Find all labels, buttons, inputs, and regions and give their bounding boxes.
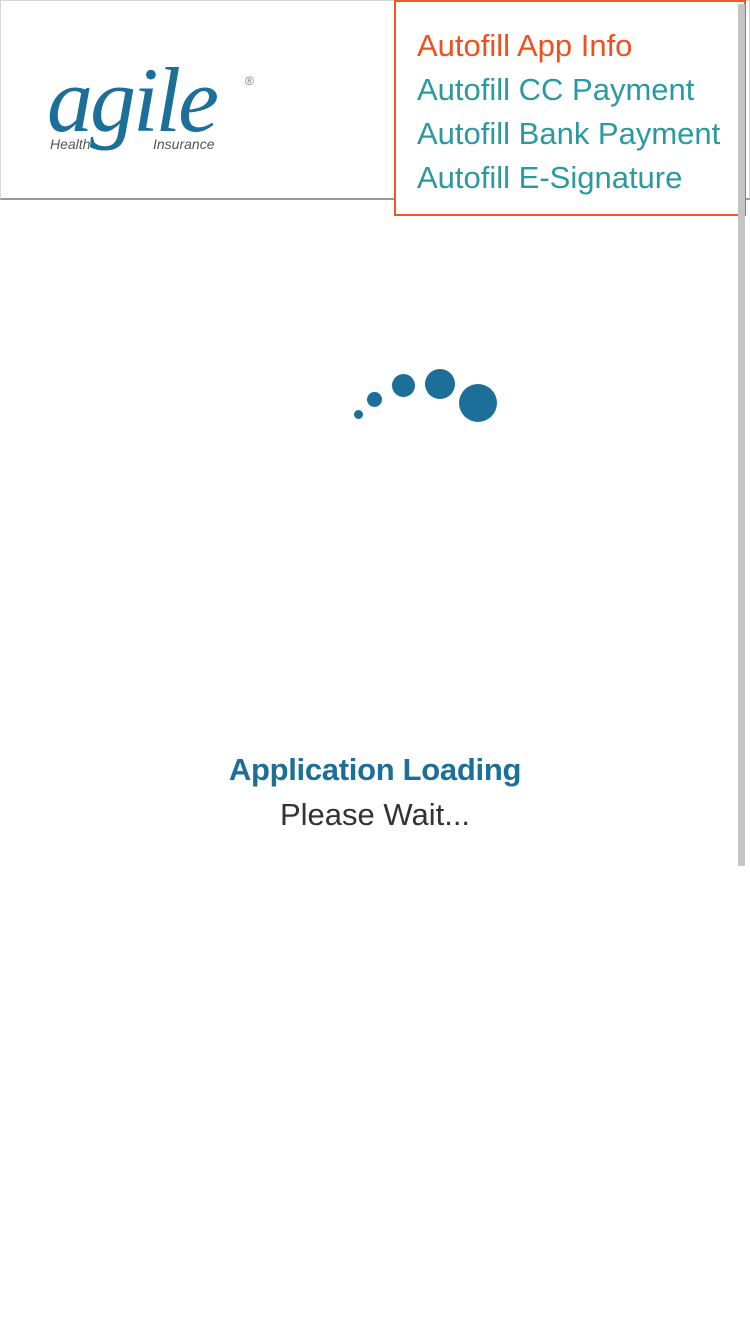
agile-logo[interactable]: agile ® Health Insurance xyxy=(47,49,261,159)
svg-text:®: ® xyxy=(245,74,254,88)
autofill-app-info-link[interactable]: Autofill App Info xyxy=(417,24,744,68)
spinner-dot xyxy=(354,410,363,419)
vertical-scrollbar[interactable] xyxy=(738,4,745,866)
autofill-bank-payment-link[interactable]: Autofill Bank Payment xyxy=(417,112,744,156)
spinner-dot xyxy=(367,392,382,407)
svg-text:Health: Health xyxy=(50,136,91,152)
loading-dots-icon xyxy=(340,356,520,436)
loading-message: Application Loading Please Wait... xyxy=(0,746,750,836)
loading-title: Application Loading xyxy=(228,752,522,787)
spinner-dot xyxy=(392,374,415,397)
agile-logo-icon: agile ® Health Insurance xyxy=(47,49,254,152)
spinner-dot xyxy=(425,369,455,399)
svg-text:Insurance: Insurance xyxy=(153,136,215,152)
autofill-e-signature-link[interactable]: Autofill E-Signature xyxy=(417,156,744,200)
spinner-dot xyxy=(459,384,497,422)
autofill-cc-payment-link[interactable]: Autofill CC Payment xyxy=(417,68,744,112)
autofill-menu: Autofill App Info Autofill CC Payment Au… xyxy=(394,0,746,216)
page: agile ® Health Insurance Autofill App In… xyxy=(0,0,750,1334)
loading-subtitle: Please Wait... xyxy=(279,797,471,832)
